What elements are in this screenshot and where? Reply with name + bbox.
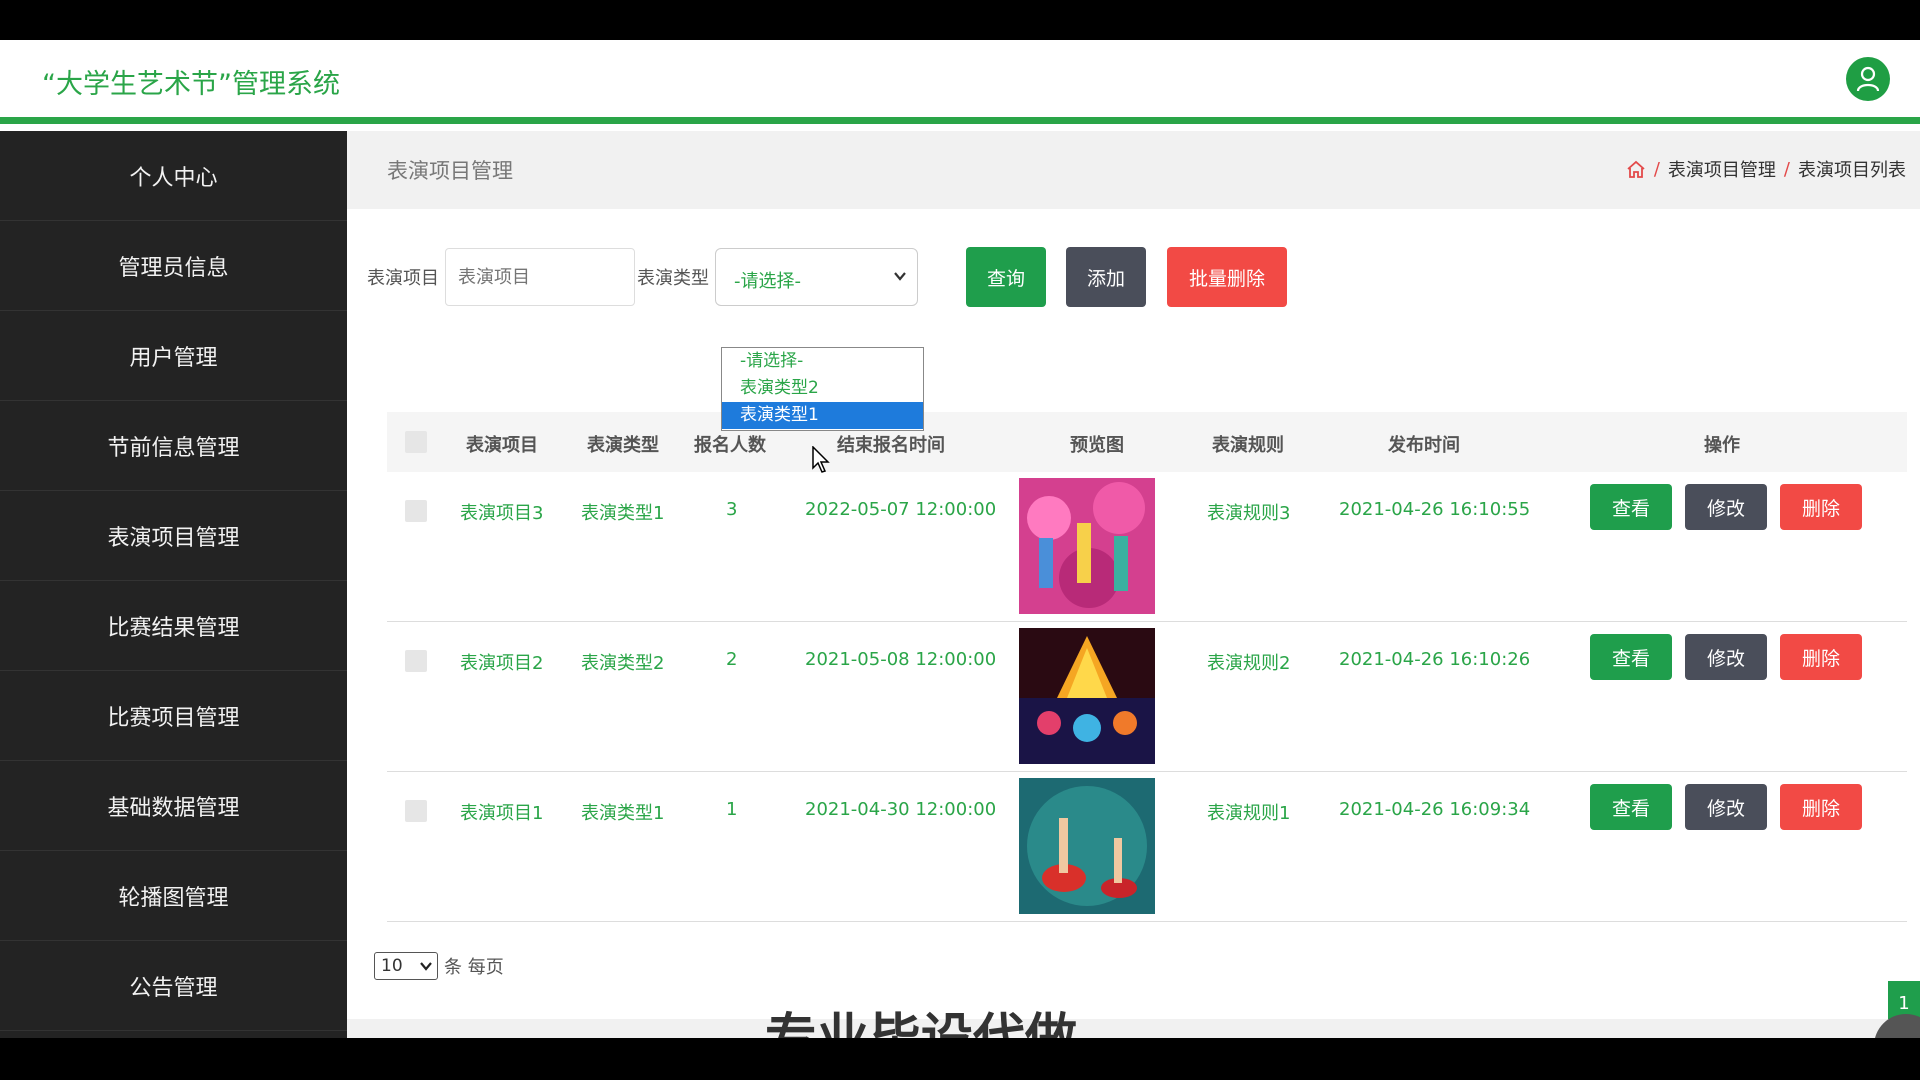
cell-type: 表演类型2	[581, 653, 665, 674]
row-checkbox[interactable]	[405, 650, 427, 672]
pagination-bar: 10 条 每页	[374, 952, 504, 980]
sidebar-item-basic-data[interactable]: 基础数据管理	[0, 761, 347, 851]
breadcrumb-item-performance-management[interactable]: 表演项目管理	[1668, 156, 1776, 182]
sidebar-item-performance-projects[interactable]: 表演项目管理	[0, 491, 347, 581]
cell-project: 表演项目2	[460, 653, 544, 674]
delete-button[interactable]: 删除	[1780, 784, 1862, 830]
main-content: 表演项目管理 / 表演项目管理 / 表演项目列表 表演项目 表演类型 -请选择-	[347, 131, 1920, 1038]
sidebar-item-admin-info[interactable]: 管理员信息	[0, 221, 347, 311]
project-filter-label: 表演项目	[367, 268, 439, 289]
app-title: “大学生艺术节”管理系统	[42, 69, 340, 100]
app-window: “大学生艺术节”管理系统 个人中心 管理员信息 用户管理 节前信息管理 表演项目…	[0, 40, 1920, 1038]
breadcrumb: / 表演项目管理 / 表演项目列表	[1626, 156, 1906, 182]
cell-count: 1	[726, 799, 738, 820]
delete-button[interactable]: 删除	[1780, 634, 1862, 680]
view-button[interactable]: 查看	[1590, 484, 1672, 530]
breadcrumb-item-performance-list: 表演项目列表	[1798, 160, 1906, 181]
preview-image	[1019, 778, 1155, 914]
sidebar-item-personal-center[interactable]: 个人中心	[0, 131, 347, 221]
sidebar-item-competition-projects[interactable]: 比赛项目管理	[0, 671, 347, 761]
delete-button[interactable]: 删除	[1780, 484, 1862, 530]
chevron-down-icon	[420, 962, 432, 971]
scroll-top-button[interactable]	[1874, 1014, 1920, 1038]
breadcrumb-separator: /	[1653, 158, 1660, 180]
mouse-cursor-icon	[812, 446, 830, 473]
cell-count: 2	[726, 649, 738, 670]
cell-rule: 表演规则2	[1207, 653, 1291, 674]
column-header-preview: 预览图	[1070, 435, 1124, 456]
sidebar: 个人中心 管理员信息 用户管理 节前信息管理 表演项目管理 比赛结果管理 比赛项…	[0, 131, 347, 1038]
cell-project: 表演项目3	[460, 503, 544, 524]
type-option-type2[interactable]: 表演类型2	[722, 375, 923, 402]
page-header: 表演项目管理 / 表演项目管理 / 表演项目列表	[347, 131, 1920, 209]
column-header-type: 表演类型	[587, 435, 659, 456]
user-icon	[1856, 66, 1880, 92]
cell-end-time: 2022-05-07 12:00:00	[805, 499, 997, 520]
row-checkbox[interactable]	[405, 800, 427, 822]
project-search-input[interactable]	[445, 248, 635, 306]
edit-button[interactable]: 修改	[1685, 484, 1767, 530]
sidebar-item-carousel[interactable]: 轮播图管理	[0, 851, 347, 941]
user-avatar[interactable]	[1846, 57, 1890, 101]
top-header: “大学生艺术节”管理系统	[0, 40, 1920, 124]
view-button[interactable]: 查看	[1590, 634, 1672, 680]
cell-rule: 表演规则1	[1207, 803, 1291, 824]
table-row: 表演项目1 表演类型1 1 2021-04-30 12:00:00 表演规则1 …	[387, 772, 1907, 922]
preview-image	[1019, 478, 1155, 614]
column-header-rule: 表演规则	[1212, 435, 1284, 456]
cell-end-time: 2021-04-30 12:00:00	[805, 799, 997, 820]
watermark-text: 专业毕设代做	[765, 1007, 1077, 1038]
view-button[interactable]: 查看	[1590, 784, 1672, 830]
column-header-count: 报名人数	[694, 435, 766, 456]
sidebar-item-announcements[interactable]: 公告管理	[0, 941, 347, 1031]
batch-delete-button[interactable]: 批量删除	[1167, 247, 1287, 307]
page-title: 表演项目管理	[387, 159, 513, 183]
page-size-unit-label: 条 每页	[444, 957, 504, 978]
query-button[interactable]: 查询	[966, 247, 1046, 307]
cell-rule: 表演规则3	[1207, 503, 1291, 524]
edit-button[interactable]: 修改	[1685, 784, 1767, 830]
row-checkbox[interactable]	[405, 500, 427, 522]
table-row: 表演项目3 表演类型1 3 2022-05-07 12:00:00 表演规则3 …	[387, 472, 1907, 622]
breadcrumb-separator: /	[1783, 158, 1790, 180]
home-icon[interactable]	[1626, 160, 1646, 179]
table-header: 表演项目 表演类型 报名人数 结束报名时间 预览图 表演规则 发布时间 操作	[387, 412, 1907, 472]
sidebar-item-user-management[interactable]: 用户管理	[0, 311, 347, 401]
preview-image	[1019, 628, 1155, 764]
edit-button[interactable]: 修改	[1685, 634, 1767, 680]
cell-publish-time: 2021-04-26 16:09:34	[1339, 799, 1531, 820]
cell-count: 3	[726, 499, 738, 520]
column-header-actions: 操作	[1704, 435, 1740, 456]
cell-publish-time: 2021-04-26 16:10:55	[1339, 499, 1531, 520]
page-size-value: 10	[381, 956, 403, 976]
cell-type: 表演类型1	[581, 503, 665, 524]
page-size-select[interactable]: 10	[374, 952, 438, 980]
cell-end-time: 2021-05-08 12:00:00	[805, 649, 997, 670]
column-header-publish-time: 发布时间	[1388, 435, 1460, 456]
add-button[interactable]: 添加	[1066, 247, 1146, 307]
type-select-value: -请选择-	[734, 271, 801, 292]
footer-band	[347, 1019, 1920, 1038]
type-select-dropdown: -请选择- 表演类型2 表演类型1	[721, 347, 924, 431]
sidebar-item-competition-results[interactable]: 比赛结果管理	[0, 581, 347, 671]
select-all-checkbox[interactable]	[405, 431, 427, 453]
type-filter-label: 表演类型	[637, 268, 709, 289]
sidebar-item-pre-festival-info[interactable]: 节前信息管理	[0, 401, 347, 491]
cell-publish-time: 2021-04-26 16:10:26	[1339, 649, 1531, 670]
type-option-placeholder[interactable]: -请选择-	[722, 348, 923, 375]
column-header-project: 表演项目	[466, 435, 538, 456]
type-select[interactable]: -请选择-	[715, 248, 918, 306]
table-row: 表演项目2 表演类型2 2 2021-05-08 12:00:00 表演规则2 …	[387, 622, 1907, 772]
column-header-end-time: 结束报名时间	[837, 435, 945, 456]
type-option-type1[interactable]: 表演类型1	[722, 402, 923, 429]
cell-type: 表演类型1	[581, 803, 665, 824]
performance-table: 表演项目 表演类型 报名人数 结束报名时间 预览图 表演规则 发布时间 操作 表…	[387, 412, 1907, 922]
filter-bar: 表演项目 表演类型 -请选择- 查询 添加 批量删除	[367, 247, 1287, 307]
cell-project: 表演项目1	[460, 803, 544, 824]
chevron-down-icon	[894, 272, 906, 281]
